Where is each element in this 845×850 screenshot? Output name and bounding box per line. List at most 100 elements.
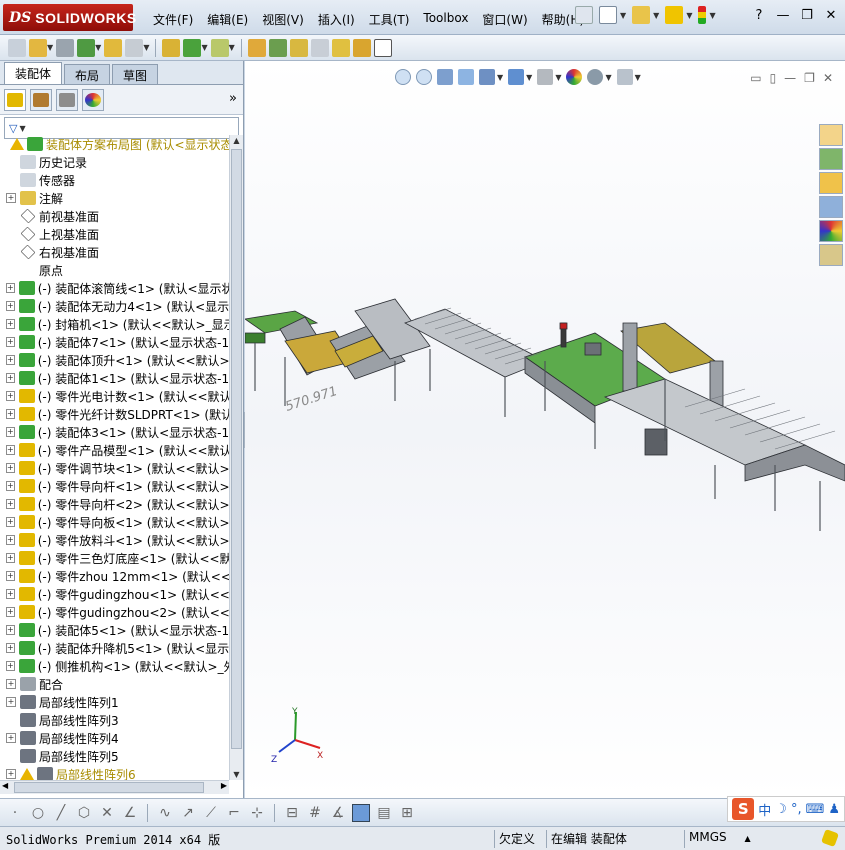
expand-toggle-icon[interactable]: +: [6, 643, 15, 653]
expand-toggle-icon[interactable]: +: [6, 625, 15, 635]
expand-toggle-icon[interactable]: +: [6, 301, 15, 311]
tree-item[interactable]: + (-) 零件光电计数<1> (默认<<默认: [0, 387, 229, 405]
assembly-features-icon[interactable]: [183, 38, 202, 57]
expand-toggle-icon[interactable]: +: [6, 373, 15, 383]
line-icon[interactable]: ╱: [52, 804, 70, 822]
tree-item[interactable]: 原点: [0, 261, 229, 279]
expand-toggle-icon[interactable]: +: [6, 283, 15, 293]
smart-fasteners-icon[interactable]: [104, 38, 123, 57]
insert-dropdown-icon[interactable]: ▼: [47, 43, 53, 52]
tree-item[interactable]: + (-) 零件导向杆<2> (默认<<默认>_: [0, 495, 229, 513]
features-dropdown-icon[interactable]: ▼: [201, 43, 207, 52]
centerline-icon[interactable]: ∠: [121, 804, 139, 822]
move-component-icon[interactable]: [125, 38, 144, 57]
tree-item[interactable]: 局部线性阵列3: [0, 711, 229, 729]
tree-item[interactable]: 历史记录: [0, 153, 229, 171]
tree-item[interactable]: + (-) 装配体顶升<1> (默认<<默认>_: [0, 351, 229, 369]
tab-sketch[interactable]: 草图: [112, 64, 159, 84]
menu-window[interactable]: 窗口(W): [475, 8, 534, 31]
explode-line-sketch-icon[interactable]: [310, 38, 329, 57]
grid-icon[interactable]: #: [306, 804, 324, 822]
linear-pattern-icon[interactable]: [77, 38, 96, 57]
pattern-dropdown-icon[interactable]: ▼: [95, 43, 101, 52]
bill-of-materials-icon[interactable]: [268, 38, 287, 57]
pin-icon[interactable]: [575, 6, 593, 24]
open-folder-icon[interactable]: [632, 6, 651, 24]
menu-file[interactable]: 文件(F): [146, 8, 200, 31]
tree-item[interactable]: + (-) 装配体无动力4<1> (默认<显示: [0, 297, 229, 315]
minimize-button[interactable]: —: [775, 8, 791, 23]
new-motion-study-icon[interactable]: [247, 38, 266, 57]
tree-item[interactable]: + (-) 零件放料斗<1> (默认<<默认>_: [0, 531, 229, 549]
expand-toggle-icon[interactable]: +: [6, 391, 15, 401]
assembly-model[interactable]: 570.971: [245, 61, 845, 798]
reference-dropdown-icon[interactable]: ▼: [229, 43, 235, 52]
tab-layout[interactable]: 布局: [64, 64, 111, 84]
new-document-icon[interactable]: [599, 6, 617, 24]
construction-line-icon[interactable]: ⟋: [202, 804, 220, 822]
tree-item[interactable]: + 注解: [0, 189, 229, 207]
tree-item[interactable]: + (-) 装配体升降机5<1> (默认<显示: [0, 639, 229, 657]
graphics-area[interactable]: ▼ ▼ ▼ ▼ ▼ ▭ ▯ — ❐ ✕ 570.971 Y X Z: [245, 61, 845, 798]
expand-toggle-icon[interactable]: +: [6, 427, 15, 437]
expand-toggle-icon[interactable]: +: [6, 535, 15, 545]
scroll-up-icon[interactable]: ▲: [230, 136, 243, 145]
tree-item[interactable]: + (-) 零件三色灯底座<1> (默认<<默: [0, 549, 229, 567]
punctuation-icon[interactable]: °,: [791, 802, 802, 817]
tree-item[interactable]: + (-) 侧推机构<1> (默认<<默认>_外: [0, 657, 229, 675]
tree-item[interactable]: + (-) 零件gudingzhou<1> (默认<<默: [0, 585, 229, 603]
expand-panel-icon[interactable]: »: [229, 91, 237, 106]
tree-item[interactable]: 前视基准面: [0, 207, 229, 225]
options-dropdown-icon[interactable]: ▼: [709, 11, 715, 20]
shaded-sketch-icon[interactable]: [352, 803, 370, 822]
menu-toolbox[interactable]: Toolbox: [416, 8, 475, 31]
tab-assembly[interactable]: 装配体: [4, 62, 63, 84]
filter-dropdown-icon[interactable]: ▼: [19, 124, 25, 133]
expand-toggle-icon[interactable]: +: [6, 697, 16, 707]
tree-item[interactable]: + (-) 零件gudingzhou<2> (默认<<默: [0, 603, 229, 621]
close-button[interactable]: ✕: [823, 8, 839, 23]
configuration-manager-tab-icon[interactable]: [56, 88, 78, 111]
expand-toggle-icon[interactable]: +: [6, 553, 15, 563]
expand-toggle-icon[interactable]: +: [6, 445, 15, 455]
tree-item[interactable]: + (-) 零件调节块<1> (默认<<默认>_: [0, 459, 229, 477]
tree-item[interactable]: + (-) 装配体7<1> (默认<显示状态-1: [0, 333, 229, 351]
reference-geometry-icon[interactable]: [210, 38, 229, 57]
linear-sketch-pattern-icon[interactable]: ⊟: [283, 804, 301, 822]
expand-toggle-icon[interactable]: +: [6, 733, 16, 743]
dimension-label[interactable]: 570.971: [284, 384, 340, 415]
mate-icon[interactable]: [56, 38, 75, 57]
tree-item[interactable]: + (-) 装配体3<1> (默认<显示状态-1: [0, 423, 229, 441]
menu-insert[interactable]: 插入(I): [311, 8, 362, 31]
display-manager-tab-icon[interactable]: [82, 88, 104, 111]
expand-toggle-icon[interactable]: +: [6, 337, 15, 347]
tree-item[interactable]: + (-) 零件zhou 12mm<1> (默认<<默: [0, 567, 229, 585]
circle-icon[interactable]: ○: [29, 804, 47, 822]
tree-item[interactable]: + (-) 装配体1<1> (默认<显示状态-1: [0, 369, 229, 387]
corner-rectangle-icon[interactable]: ⌐: [225, 804, 243, 822]
tree-item[interactable]: 局部线性阵列5: [0, 747, 229, 765]
restore-button[interactable]: ❐: [799, 8, 815, 23]
exploded-view-icon[interactable]: [289, 38, 308, 57]
tree-vertical-scrollbar[interactable]: ▲ ▼: [229, 135, 243, 780]
user-icon[interactable]: ♟: [828, 802, 840, 817]
expand-toggle-icon[interactable]: +: [6, 661, 15, 671]
new-dropdown-icon[interactable]: ▼: [620, 11, 626, 20]
expand-toggle-icon[interactable]: +: [6, 679, 16, 689]
tree-item[interactable]: + 局部线性阵列6: [0, 765, 229, 780]
menu-edit[interactable]: 编辑(E): [200, 8, 255, 31]
menu-view[interactable]: 视图(V): [255, 8, 311, 31]
expand-toggle-icon[interactable]: +: [6, 499, 15, 509]
expand-toggle-icon[interactable]: +: [6, 193, 16, 203]
tag-icon[interactable]: [821, 829, 839, 847]
property-manager-tab-icon[interactable]: [30, 88, 52, 111]
tree-item[interactable]: + (-) 零件光纤计数SLDPRT<1> (默认: [0, 405, 229, 423]
offset-icon[interactable]: ↗: [179, 804, 197, 822]
polygon-icon[interactable]: ⬡: [75, 804, 93, 822]
tree-item[interactable]: 传感器: [0, 171, 229, 189]
solidworks-logo[interactable]: DS SOLIDWORKS: [3, 4, 136, 31]
insert-components-icon[interactable]: [29, 38, 47, 57]
expand-toggle-icon[interactable]: +: [6, 769, 16, 779]
instant3d-icon[interactable]: [373, 38, 392, 57]
move-dropdown-icon[interactable]: ▼: [143, 43, 149, 52]
